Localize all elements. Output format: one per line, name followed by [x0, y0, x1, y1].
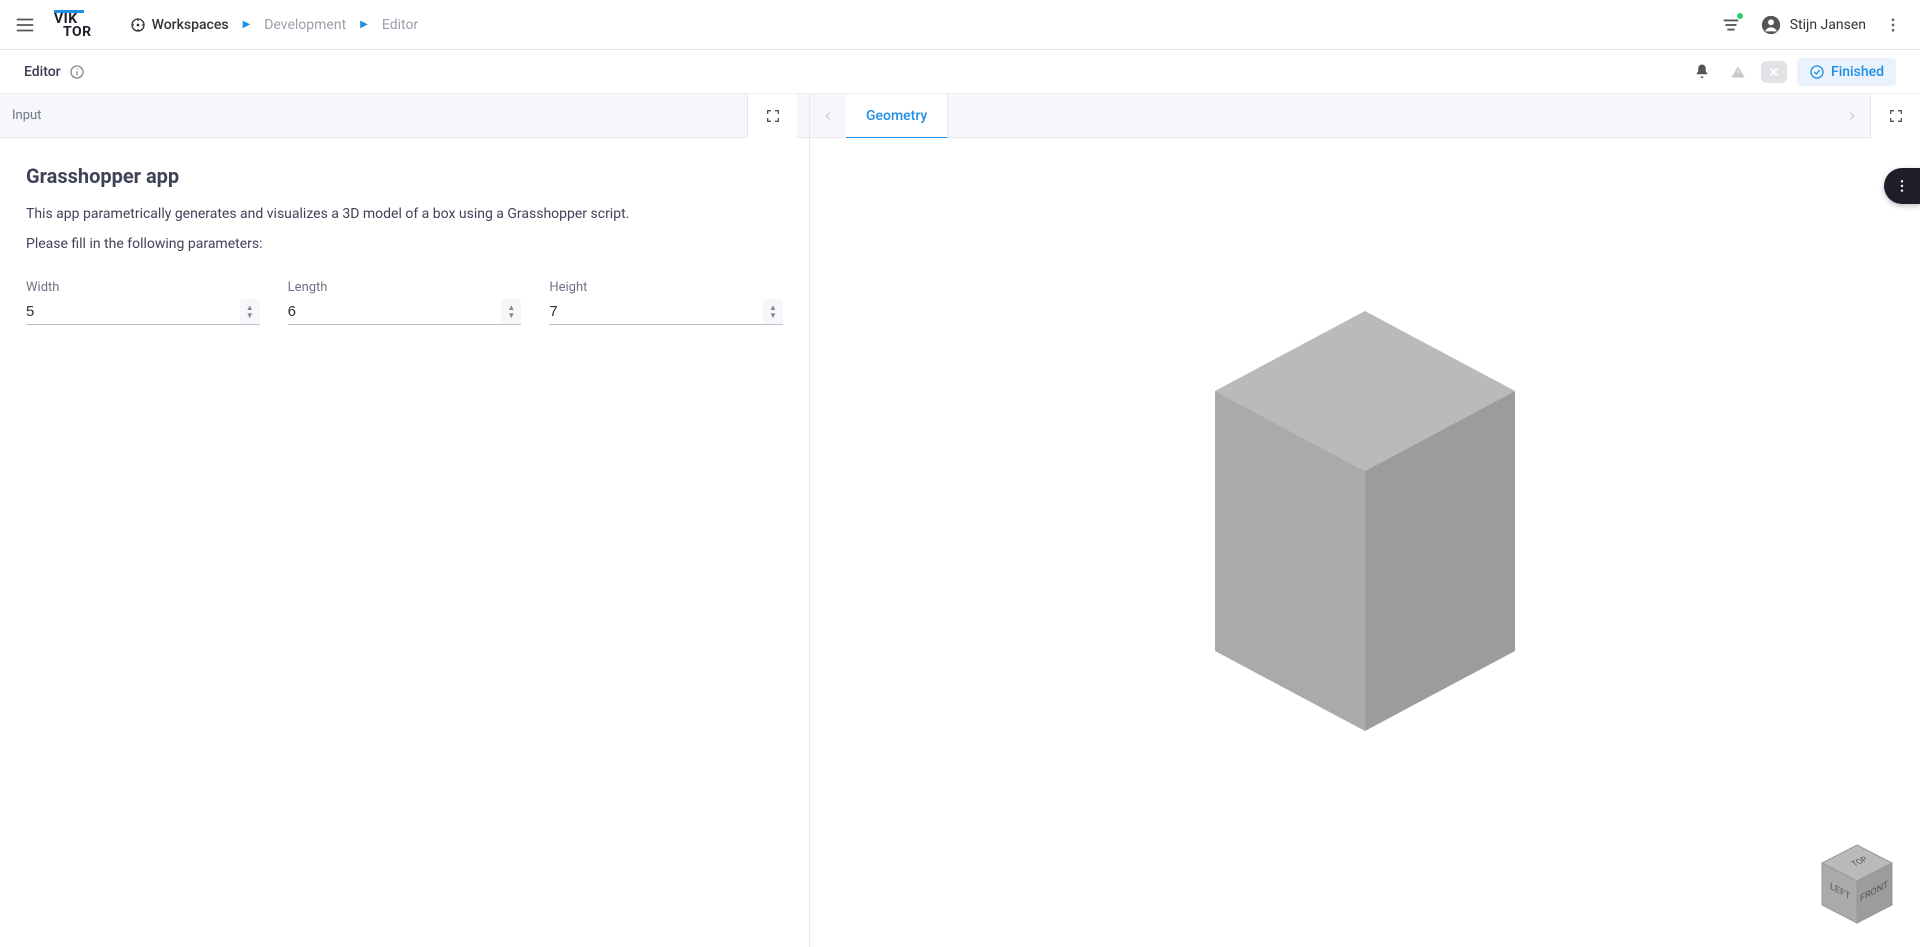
logo[interactable]: VIKTOR: [54, 10, 92, 39]
user-menu[interactable]: Stijn Jansen: [1760, 14, 1866, 36]
input-panel: Grasshopper app This app parametrically …: [0, 138, 810, 947]
output-panel-header: Geometry: [810, 94, 1920, 138]
height-input[interactable]: [549, 299, 783, 324]
breadcrumb-item-development[interactable]: Development: [264, 17, 346, 33]
chevron-down-icon: ▼: [769, 312, 777, 320]
status-label: Finished: [1831, 64, 1884, 80]
width-field: Width ▲▼: [26, 280, 260, 325]
tab-geometry[interactable]: Geometry: [846, 94, 948, 138]
form-title: Grasshopper app: [26, 164, 783, 188]
breadcrumb-item-editor[interactable]: Editor: [382, 17, 418, 33]
content: Grasshopper app This app parametrically …: [0, 138, 1920, 947]
length-field: Length ▲▼: [288, 280, 522, 325]
info-icon[interactable]: [69, 64, 85, 80]
panels-header: Input Geometry: [0, 94, 1920, 138]
3d-box-render[interactable]: [1185, 301, 1545, 741]
form-fields: Width ▲▼ Length ▲▼ Height ▲▼: [26, 280, 783, 325]
width-input[interactable]: [26, 299, 260, 324]
tab-nav-prev-icon[interactable]: [810, 94, 846, 138]
notifications-icon[interactable]: [1720, 14, 1742, 36]
kebab-icon[interactable]: [1880, 12, 1906, 38]
chevron-right-icon: ▶: [243, 19, 251, 30]
chevron-down-icon: ▼: [246, 312, 254, 320]
height-label: Height: [549, 280, 783, 295]
close-icon: [1761, 61, 1787, 83]
viewer-menu-fab[interactable]: [1884, 168, 1920, 204]
view-cube[interactable]: LEFT FRONT TOP: [1812, 839, 1902, 929]
bell-icon[interactable]: [1689, 59, 1715, 85]
breadcrumbs: Workspaces ▶ Development ▶ Editor: [130, 17, 419, 33]
input-panel-header: Input: [0, 94, 810, 138]
form-description: This app parametrically generates and vi…: [26, 206, 783, 222]
avatar-icon: [1760, 14, 1782, 36]
chevron-right-icon: ▶: [360, 19, 368, 30]
menu-icon[interactable]: [14, 14, 36, 36]
length-stepper[interactable]: ▲▼: [501, 299, 521, 324]
output-panel: LEFT FRONT TOP: [810, 138, 1920, 947]
width-stepper[interactable]: ▲▼: [240, 299, 260, 324]
status-badge: Finished: [1797, 58, 1896, 86]
tab-nav-next-icon[interactable]: [1834, 94, 1870, 138]
expand-input-icon[interactable]: [747, 94, 797, 138]
expand-output-icon[interactable]: [1870, 94, 1920, 138]
warning-icon: [1725, 59, 1751, 85]
notification-dot: [1736, 12, 1744, 20]
length-label: Length: [288, 280, 522, 295]
width-label: Width: [26, 280, 260, 295]
input-panel-title: Input: [12, 108, 41, 123]
page-title: Editor: [24, 64, 61, 80]
user-name: Stijn Jansen: [1790, 17, 1866, 33]
check-circle-icon: [1809, 64, 1825, 80]
breadcrumb-root[interactable]: Workspaces: [130, 17, 229, 33]
tab-label: Geometry: [866, 108, 927, 124]
length-input[interactable]: [288, 299, 522, 324]
height-stepper[interactable]: ▲▼: [763, 299, 783, 324]
form-prompt: Please fill in the following parameters:: [26, 236, 783, 252]
subheader: Editor Finished: [0, 50, 1920, 94]
topbar: VIKTOR Workspaces ▶ Development ▶ Editor…: [0, 0, 1920, 50]
breadcrumb-root-label: Workspaces: [152, 17, 229, 33]
height-field: Height ▲▼: [549, 280, 783, 325]
chevron-down-icon: ▼: [507, 312, 515, 320]
